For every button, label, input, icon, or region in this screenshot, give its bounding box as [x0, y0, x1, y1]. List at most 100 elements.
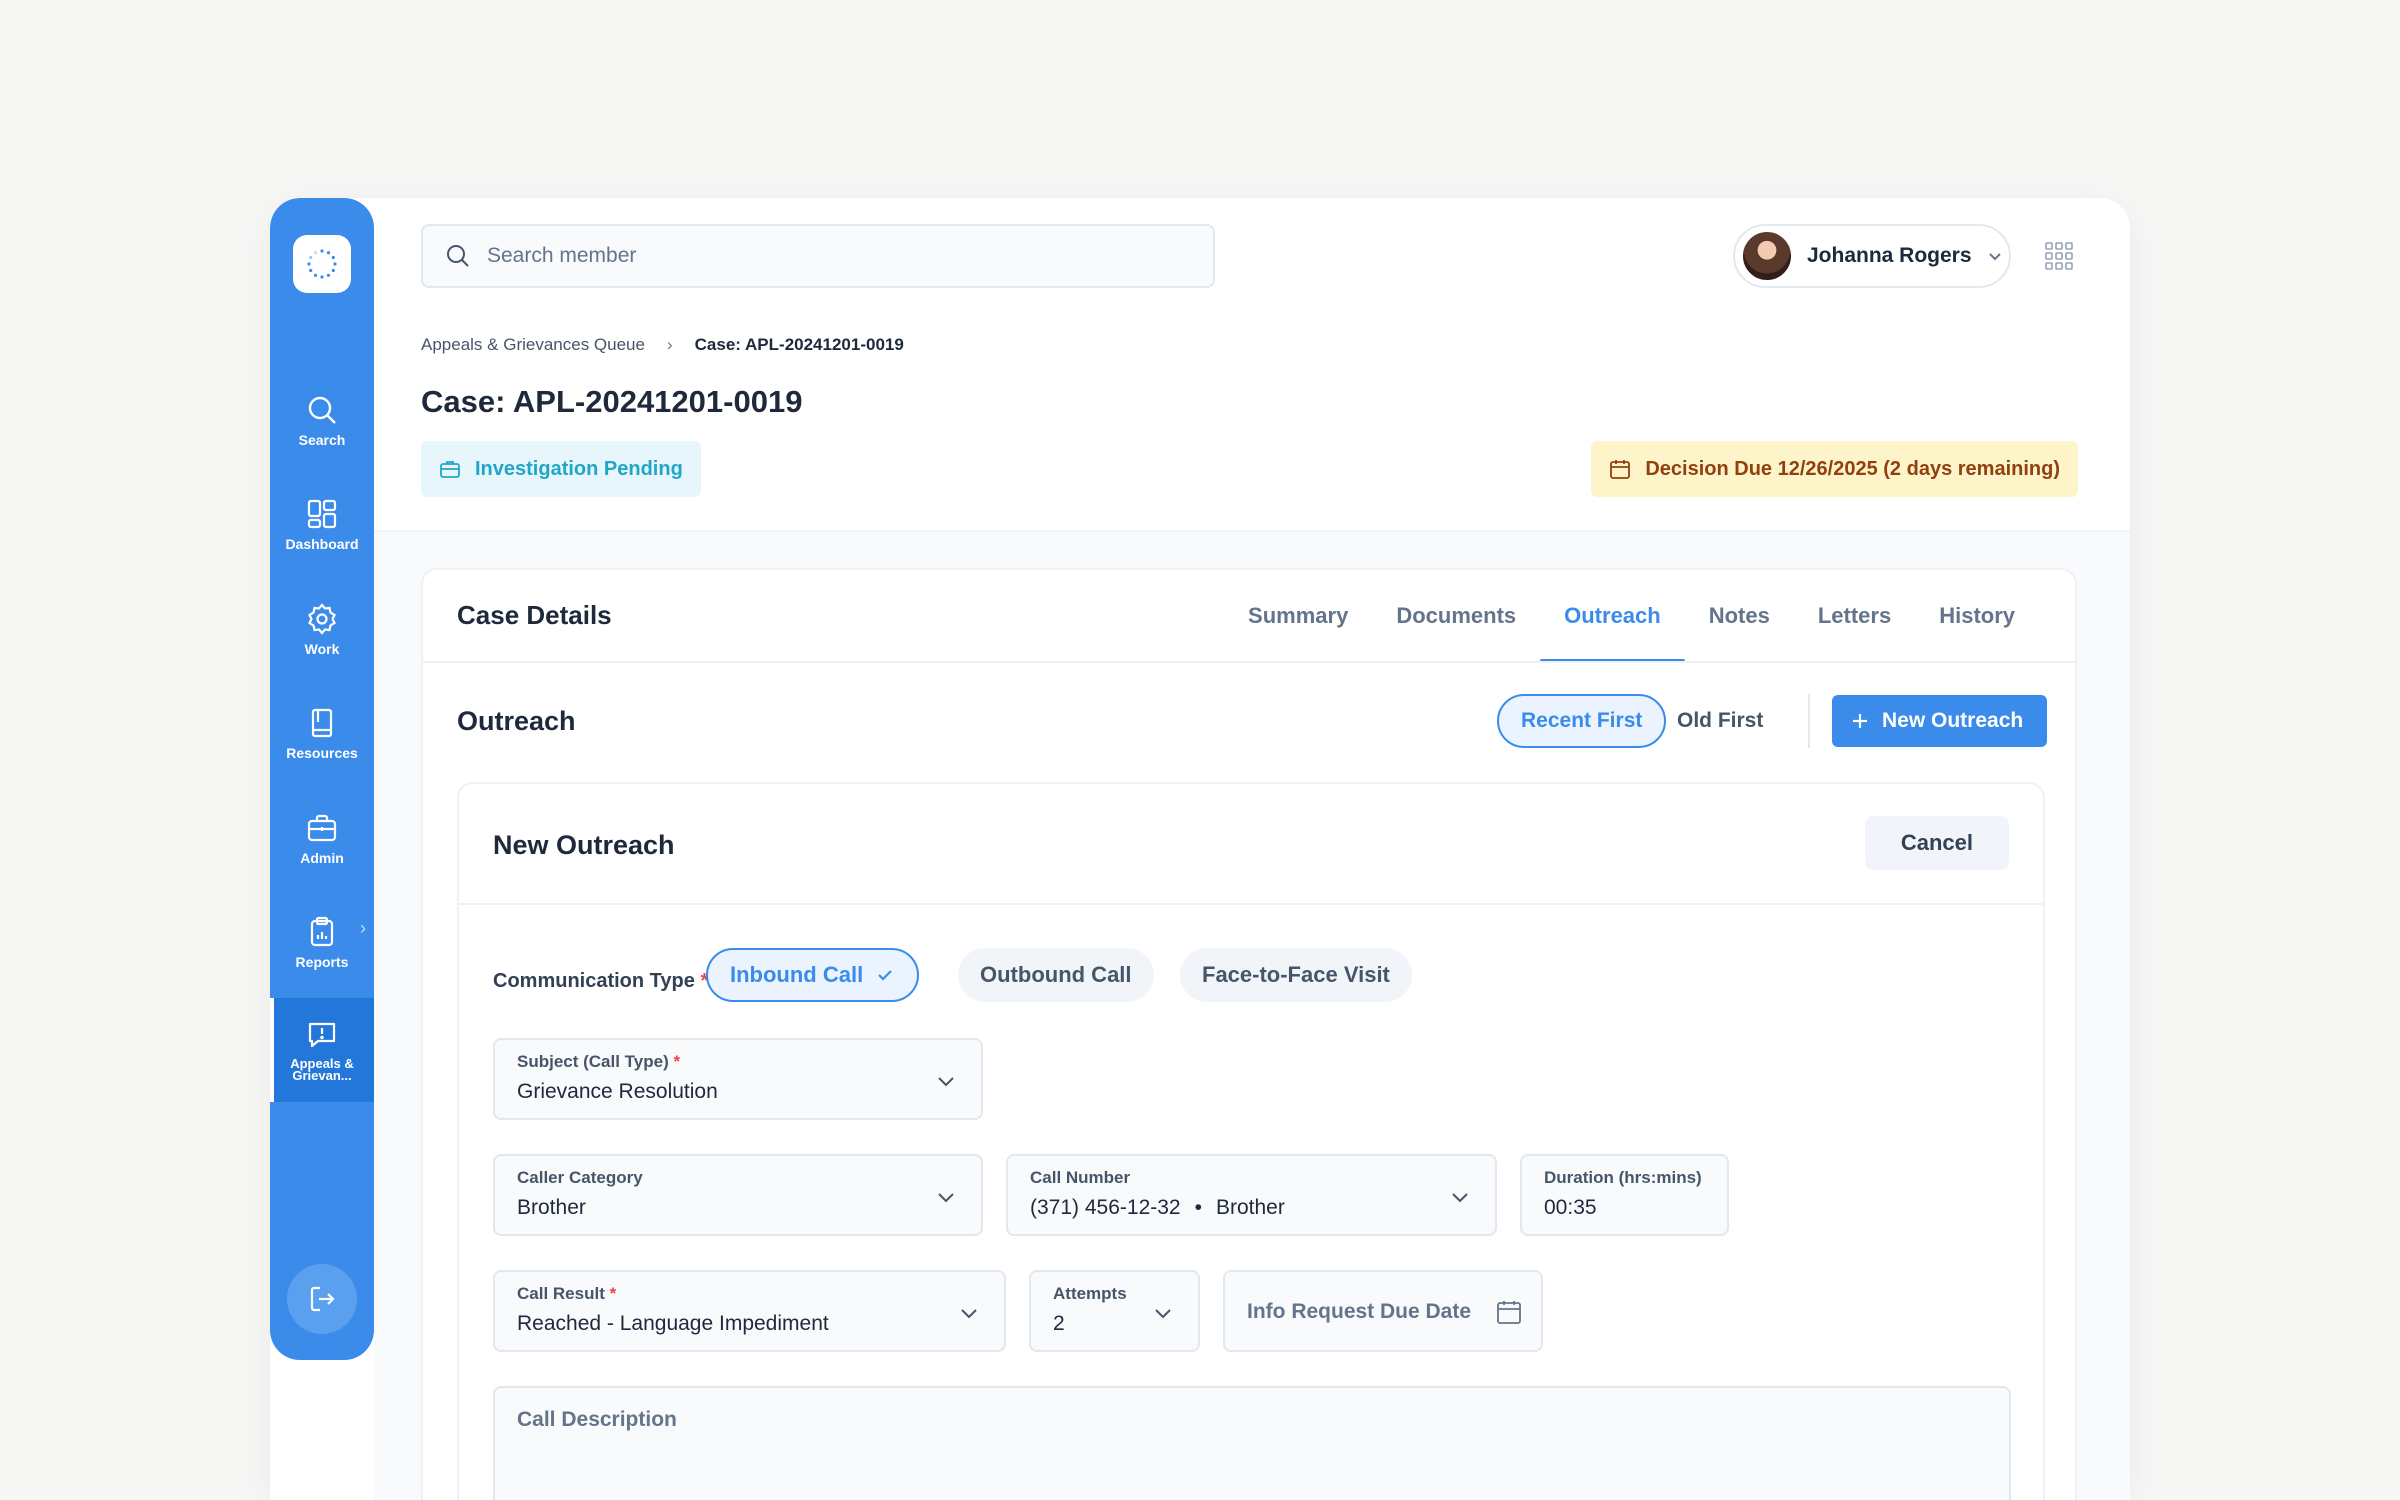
- sidebar-item-label: Dashboard: [285, 536, 359, 552]
- search-icon: [308, 396, 336, 424]
- caller-category-value: Brother: [517, 1196, 586, 1219]
- status-text: Investigation Pending: [475, 457, 683, 480]
- plus-icon: [1853, 714, 1867, 728]
- cancel-button[interactable]: Cancel: [1864, 816, 2009, 870]
- subject-value: Grievance Resolution: [517, 1080, 718, 1103]
- sidebar-item-resources[interactable]: Resources: [270, 681, 374, 785]
- communication-type-label: Communication Type *: [493, 970, 708, 993]
- calendar-icon: [1610, 460, 1631, 479]
- new-outreach-label: New Outreach: [1882, 709, 2024, 732]
- chevron-down-icon: [1155, 1309, 1171, 1319]
- sidebar-item-dashboard[interactable]: Dashboard: [270, 472, 374, 576]
- tab-letters[interactable]: Letters: [1794, 570, 1915, 662]
- sidebar-item-label: Appeals & Grievan...: [290, 1056, 354, 1083]
- chip-face-to-face-visit[interactable]: Face-to-Face Visit: [1180, 948, 1412, 1002]
- status-badge: Investigation Pending: [421, 441, 701, 497]
- call-result-select[interactable]: Call Result * Reached - Language Impedim…: [493, 1270, 1006, 1352]
- outreach-title: Outreach: [457, 706, 576, 736]
- search-icon: [447, 245, 469, 267]
- info-request-due-date-input[interactable]: Info Request Due Date: [1223, 1270, 1543, 1352]
- chip-label: Inbound Call: [730, 962, 864, 987]
- call-description-label: Call Description: [517, 1408, 677, 1431]
- breadcrumb-link-queue[interactable]: Appeals & Grievances Queue: [421, 335, 645, 355]
- call-number-select[interactable]: Call Number (371) 456-12-32 • Brother: [1006, 1154, 1497, 1236]
- sidebar-item-label: Search: [298, 432, 346, 448]
- case-details-card: Case Details Summary Documents Outreach …: [421, 568, 2077, 1500]
- tabs-divider: [423, 661, 2075, 663]
- chevron-down-icon: [1988, 253, 2001, 261]
- caller-category-label: Caller Category: [517, 1168, 643, 1187]
- separator-dot: •: [1194, 1196, 1202, 1219]
- new-outreach-form: New Outreach Cancel Communication Type *…: [457, 782, 2045, 1500]
- chevron-down-icon: [1452, 1193, 1468, 1203]
- duration-value: 00:35: [1544, 1196, 1597, 1219]
- subject-label-text: Subject (Call Type): [517, 1052, 669, 1071]
- tab-summary[interactable]: Summary: [1224, 570, 1372, 662]
- new-outreach-button[interactable]: New Outreach: [1832, 695, 2048, 747]
- search-input[interactable]: [487, 244, 1167, 268]
- sidebar-item-work[interactable]: Work: [270, 577, 374, 681]
- form-title: New Outreach: [493, 830, 675, 860]
- dashboard-icon: [307, 499, 337, 529]
- sort-recent-first-button[interactable]: Recent First: [1497, 694, 1667, 748]
- sort-old-first-button[interactable]: Old First: [1665, 694, 1775, 748]
- duration-input[interactable]: Duration (hrs:mins) 00:35: [1520, 1154, 1729, 1236]
- check-icon: [878, 970, 892, 981]
- logout-button[interactable]: [287, 1264, 357, 1334]
- book-icon: [311, 708, 333, 738]
- sidebar-item-reports[interactable]: Reports ›: [270, 890, 374, 994]
- attempts-label: Attempts: [1053, 1284, 1127, 1303]
- duration-label: Duration (hrs:mins): [1544, 1168, 1702, 1187]
- chip-inbound-call[interactable]: Inbound Call: [706, 948, 920, 1002]
- page-title: Case: APL-20241201-0019: [421, 384, 803, 419]
- attempts-select[interactable]: Attempts 2: [1029, 1270, 1200, 1352]
- card-title: Case Details: [457, 600, 612, 630]
- sidebar-item-admin[interactable]: Admin: [270, 786, 374, 890]
- app-window: Search Dashboard Work Resources Admin Re…: [270, 198, 2130, 1500]
- call-result-label-text: Call Result: [517, 1284, 605, 1303]
- clipboard-icon: [310, 916, 334, 947]
- required-marker: *: [609, 1284, 617, 1303]
- chevron-down-icon: [938, 1077, 954, 1087]
- decision-due-text: Decision Due 12/26/2025 (2 days remainin…: [1645, 457, 2060, 480]
- divider: [1808, 694, 1810, 748]
- call-number-value: (371) 456-12-32 • Brother: [1030, 1196, 1473, 1220]
- call-number-label: Call Number: [1030, 1168, 1131, 1187]
- search-bar[interactable]: [421, 224, 1215, 288]
- briefcase-icon: [307, 814, 337, 842]
- sidebar-item-search[interactable]: Search: [270, 368, 374, 472]
- sidebar-item-label: Admin: [300, 850, 344, 866]
- call-number-relation: Brother: [1215, 1196, 1285, 1219]
- gear-icon: [308, 603, 336, 635]
- call-result-label: Call Result *: [517, 1284, 982, 1304]
- tab-documents[interactable]: Documents: [1372, 570, 1540, 662]
- required-marker: *: [673, 1052, 681, 1071]
- tab-history[interactable]: History: [1915, 570, 2039, 662]
- briefcase-icon: [440, 461, 460, 478]
- sidebar-item-appeals[interactable]: Appeals & Grievan...: [270, 998, 374, 1102]
- tab-outreach[interactable]: Outreach: [1540, 570, 1685, 663]
- chevron-down-icon: [961, 1309, 977, 1319]
- user-name: Johanna Rogers: [1807, 244, 1972, 267]
- user-menu[interactable]: Johanna Rogers: [1733, 224, 2011, 288]
- logout-icon: [310, 1286, 335, 1312]
- tab-notes[interactable]: Notes: [1685, 570, 1794, 662]
- sidebar-item-label: Reports: [295, 954, 349, 970]
- app-logo[interactable]: [293, 235, 351, 293]
- decision-due-badge: Decision Due 12/26/2025 (2 days remainin…: [1591, 441, 2078, 497]
- caller-category-select[interactable]: Caller Category Brother: [493, 1154, 983, 1236]
- chevron-right-icon: ›: [666, 335, 673, 354]
- call-result-value: Reached - Language Impediment: [517, 1312, 829, 1335]
- subject-select[interactable]: Subject (Call Type) * Grievance Resoluti…: [493, 1038, 983, 1120]
- breadcrumb: Appeals & Grievances Queue › Case: APL-2…: [421, 335, 904, 355]
- calendar-icon[interactable]: [1495, 1298, 1523, 1326]
- apps-grid-icon[interactable]: [2043, 240, 2075, 272]
- chevron-down-icon: [938, 1193, 954, 1203]
- chevron-right-icon: ›: [360, 918, 366, 938]
- case-tabs: Summary Documents Outreach Notes Letters…: [1224, 570, 2039, 663]
- chip-outbound-call[interactable]: Outbound Call: [958, 948, 1154, 1002]
- alert-message-icon: [308, 1022, 336, 1048]
- call-description-textarea[interactable]: Call Description: [493, 1386, 2011, 1500]
- sidebar-item-label: Resources: [286, 745, 358, 761]
- logo-icon: [307, 249, 337, 279]
